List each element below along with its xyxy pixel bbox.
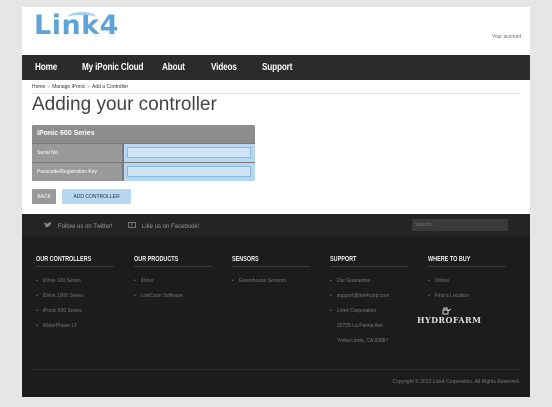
nav-home[interactable]: Home (35, 62, 57, 73)
passcode-label: Passcode/Registration Key (32, 163, 122, 181)
divider (428, 266, 506, 267)
back-button[interactable]: BACK (32, 189, 56, 204)
passcode-label-text: Passcode/Registration Key (37, 169, 98, 175)
footer-link[interactable]: Online (428, 278, 506, 293)
divider (330, 266, 408, 267)
facebook-link[interactable]: f Like us on Facebook! (128, 222, 199, 230)
page-title: Adding your controller (32, 94, 217, 115)
hydrofarm-watering-can-icon (442, 307, 451, 315)
nav-support[interactable]: Support (262, 62, 292, 73)
copyright: Copyright © 2013 Link4 Corporation. All … (392, 379, 520, 385)
footer-col-support: SUPPORT Our Guarantee support@link4corp.… (330, 256, 408, 353)
footer-col-title: WHERE TO BUY (428, 256, 471, 263)
page: Link4 Your account Home My iPonic Cloud … (22, 7, 530, 397)
footer-col-sensors: SENSORS Greenhouse Sensors (232, 256, 310, 293)
hydrofarm-logo[interactable]: HYDROFARM (417, 315, 481, 325)
breadcrumb-separator-icon: » (47, 84, 51, 90)
social-bar: Follow us on Twitter! f Like us on Facebo… (22, 214, 530, 236)
footer-col-controllers: OUR CONTROLLERS iDrive 100 Series iDrive… (36, 256, 114, 338)
footer-address-line: Yorba Linda, CA 92887 (337, 338, 389, 344)
divider (232, 266, 310, 267)
breadcrumb-current: Add a Controller (91, 84, 129, 90)
divider (134, 266, 212, 267)
footer-link[interactable]: iDrive (134, 278, 212, 293)
serial-number-input[interactable] (127, 147, 251, 158)
add-controller-form: iPonic 600 Series Serial No. Passcode/Re… (32, 125, 255, 181)
footer-link[interactable]: iDrive 100 Series (36, 278, 114, 293)
footer-link[interactable]: Find a Location (428, 293, 506, 308)
footer-link[interactable]: Greenhouse Sensors (232, 278, 310, 293)
footer-link[interactable]: Our Guarantee (330, 278, 408, 293)
add-controller-button[interactable]: ADD CONTROLLER (62, 189, 131, 204)
footer: Follow us on Twitter! f Like us on Facebo… (22, 214, 530, 397)
breadcrumb-manage-iponic[interactable]: Manage iPonic (52, 84, 85, 90)
main-nav: Home My iPonic Cloud About Videos Suppor… (22, 55, 530, 80)
breadcrumb-separator-icon: » (87, 84, 90, 90)
footer-col-title: OUR PRODUCTS (134, 256, 179, 263)
link4-logo[interactable]: Link4 (34, 10, 119, 41)
twitter-link-text: Follow us on Twitter! (58, 224, 113, 230)
footer-col-title: OUR CONTROLLERS (36, 256, 92, 263)
footer-address-line: 22725 La Palma Ave (337, 323, 384, 329)
footer-link[interactable]: iDrive 1000 Series (36, 293, 114, 308)
passcode-input[interactable] (127, 166, 251, 177)
breadcrumb: Home» Manage iPonic» Add a Controller (32, 84, 128, 90)
facebook-icon: f (128, 222, 136, 228)
nav-videos[interactable]: Videos (211, 62, 237, 73)
form-heading: iPonic 600 Series (32, 125, 255, 143)
footer-link[interactable]: LinkConn Software (134, 293, 212, 308)
footer-text: Link4 Corporation (330, 308, 408, 323)
logo-swoosh-icon (68, 12, 96, 22)
footer-col-products: OUR PRODUCTS iDrive LinkConn Software (134, 256, 212, 308)
divider (32, 369, 520, 370)
serial-label-text: Serial No. (37, 150, 59, 156)
twitter-icon (44, 222, 52, 228)
footer-link[interactable]: WaterPhase LT (36, 323, 114, 338)
footer-col-title: SENSORS (232, 256, 259, 263)
divider (36, 266, 114, 267)
footer-search-input[interactable] (412, 219, 508, 231)
header: Link4 Your account (22, 7, 530, 54)
breadcrumb-home[interactable]: Home (32, 84, 45, 90)
your-account-link[interactable]: Your account (492, 34, 521, 40)
footer-col-where-to-buy: WHERE TO BUY Online Find a Location (428, 256, 506, 308)
facebook-link-text: Like us on Facebook! (142, 224, 200, 230)
footer-link[interactable]: support@link4corp.com (330, 293, 408, 308)
nav-my-iponic-cloud[interactable]: My iPonic Cloud (82, 62, 143, 73)
form-heading-text: iPonic 600 Series (37, 130, 95, 137)
footer-link[interactable]: iPonic 600 Series (36, 308, 114, 323)
footer-col-title: SUPPORT (330, 256, 357, 263)
twitter-link[interactable]: Follow us on Twitter! (44, 222, 113, 230)
serial-label: Serial No. (32, 144, 122, 162)
nav-about[interactable]: About (162, 62, 185, 73)
serial-field-cell (124, 144, 255, 162)
passcode-field-cell (124, 163, 255, 181)
